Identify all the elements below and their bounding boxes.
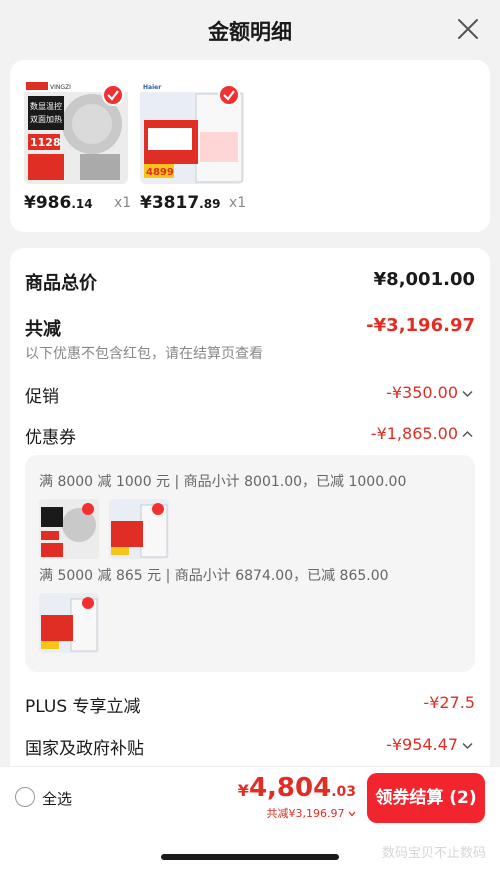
- plus-label: PLUS 专享立减: [25, 697, 141, 717]
- product-qty-1: x1: [114, 195, 132, 211]
- promo-label: 促销: [25, 387, 59, 407]
- chevron-down-icon[interactable]: [462, 742, 473, 750]
- products-card: VINGZI 数显温控 双面加热 1128 ¥986.14 x1 Haier 4…: [10, 60, 490, 232]
- coupon-line-1: 满 8000 减 1000 元 | 商品小计 8001.00，已减 1000.0…: [39, 474, 407, 490]
- gov-subsidy-label: 国家及政府补贴: [25, 739, 144, 759]
- svg-text:双面加热: 双面加热: [30, 114, 62, 124]
- product-thumbnail-2[interactable]: Haier 4899: [140, 80, 244, 184]
- total-value: ¥8,001.00: [373, 269, 475, 290]
- home-indicator-area: 数码宝贝不止数码: [0, 828, 500, 869]
- coupon-value[interactable]: -¥1,865.00: [371, 424, 458, 443]
- product-price-2: ¥3817.89: [140, 193, 221, 213]
- checkout-bar: 全选 ¥4,804.03 共减¥3,196.97 领券结算 (2): [0, 766, 500, 828]
- checkout-button[interactable]: 领券结算 (2): [367, 773, 485, 823]
- svg-text:Haier: Haier: [143, 84, 161, 91]
- promo-value[interactable]: -¥350.00: [386, 383, 458, 402]
- svg-text:VINGZI: VINGZI: [50, 84, 71, 91]
- saved-amount[interactable]: 共减¥3,196.97: [267, 805, 356, 821]
- selected-check-icon[interactable]: [102, 84, 124, 106]
- price-detail-card: 商品总价 ¥8,001.00 共减 -¥3,196.97 以下优惠不包含红包，请…: [10, 248, 490, 778]
- chevron-down-icon[interactable]: [348, 811, 356, 817]
- coupon-line-2: 满 5000 减 865 元 | 商品小计 6874.00，已减 865.00: [39, 568, 389, 584]
- svg-text:1128: 1128: [30, 136, 61, 149]
- chevron-up-icon[interactable]: [462, 430, 473, 438]
- final-total: ¥4,804.03: [237, 773, 356, 803]
- product-qty-2: x1: [229, 195, 247, 211]
- select-all-radio[interactable]: [15, 787, 35, 807]
- header: 金额明细: [0, 0, 500, 60]
- reduce-note: 以下优惠不包含红包，请在结算页查看: [25, 346, 263, 362]
- page-title: 金额明细: [208, 20, 292, 44]
- reduce-value: -¥3,196.97: [366, 315, 475, 336]
- product-price-1: ¥986.14: [24, 193, 93, 213]
- plus-value: -¥27.5: [423, 693, 475, 712]
- watermark: 数码宝贝不止数码: [381, 846, 486, 861]
- close-icon[interactable]: [456, 17, 480, 41]
- coupon-detail-box: 满 8000 减 1000 元 | 商品小计 8001.00，已减 1000.0…: [25, 455, 475, 672]
- coupon-product-thumb: [39, 593, 99, 653]
- coupon-product-thumb: [39, 499, 99, 559]
- select-all-label[interactable]: 全选: [42, 788, 72, 809]
- total-label: 商品总价: [25, 273, 97, 294]
- selected-check-icon[interactable]: [218, 84, 240, 106]
- chevron-down-icon[interactable]: [462, 390, 473, 398]
- svg-text:4899: 4899: [146, 167, 174, 178]
- svg-text:数显温控: 数显温控: [30, 101, 62, 111]
- gov-subsidy-value[interactable]: -¥954.47: [386, 735, 458, 754]
- product-thumbnail-1[interactable]: VINGZI 数显温控 双面加热 1128: [24, 80, 128, 184]
- coupon-label: 优惠券: [25, 428, 76, 448]
- home-indicator[interactable]: [161, 854, 339, 860]
- coupon-product-thumb: [109, 499, 169, 559]
- reduce-label: 共减: [25, 319, 61, 340]
